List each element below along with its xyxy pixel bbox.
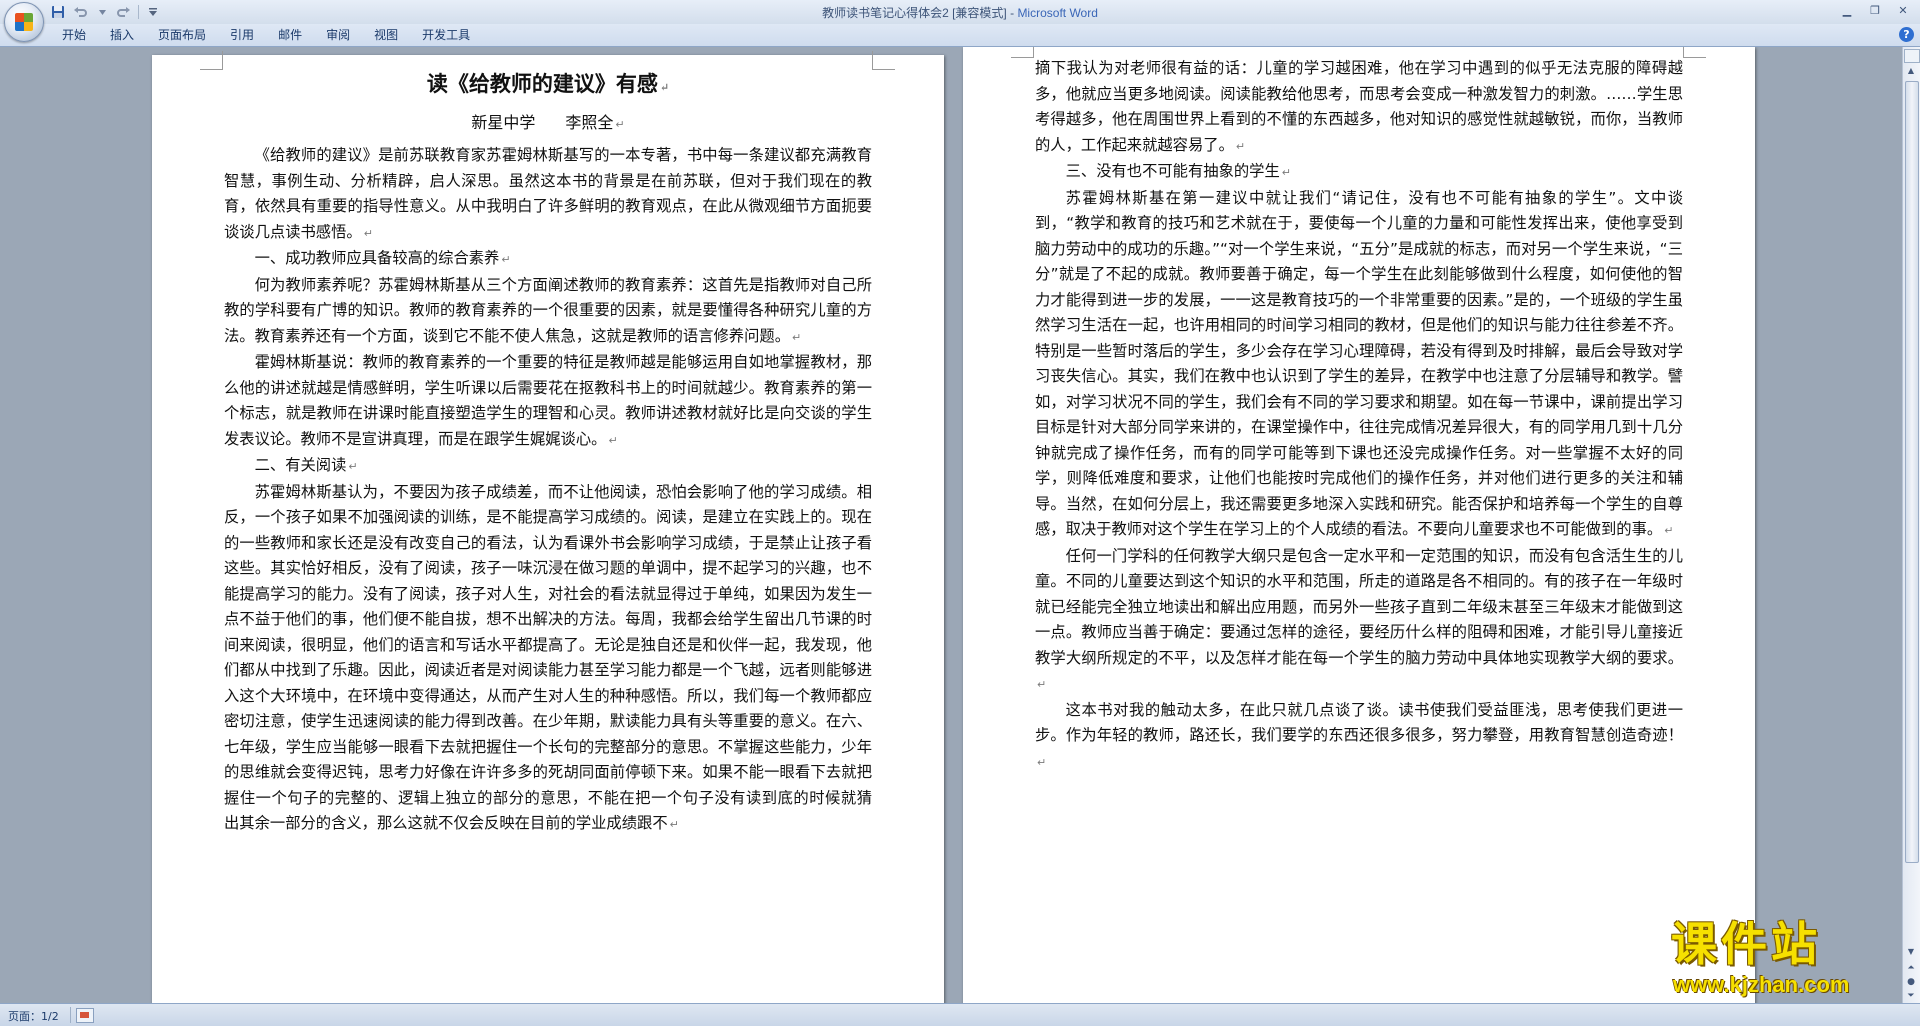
paragraph-mark-icon: ↵ bbox=[1664, 524, 1674, 537]
section-heading: 三、没有也不可能有抽象的学生 ↵ bbox=[1065, 162, 1291, 180]
select-browse-object-icon[interactable]: ● bbox=[1904, 975, 1918, 989]
ribbon-tabs: 开始 插入 页面布局 引用 邮件 审阅 视图 开发工具 bbox=[50, 24, 482, 46]
paragraph-mark-icon: ↵ bbox=[363, 226, 373, 240]
paragraph-mark-icon: ↵ bbox=[1281, 166, 1291, 179]
title-bar: 教师读书笔记心得体会2 [兼容模式] - Microsoft Word ▁ ❐ … bbox=[0, 0, 1920, 42]
page-2-content[interactable]: 摘下我认为对老师很有益的话：儿童的学习越困难，他在学习中遇到的似乎无法克服的障碍… bbox=[1035, 56, 1683, 775]
school-name: 新星中学 bbox=[471, 113, 536, 132]
document-area[interactable]: 读《给教师的建议》有感 ↵ 新星中学 李照全 ↵ 《给教师的建议》是前苏联教育家苏霍姆… bbox=[0, 47, 1903, 1003]
paragraph-mark-icon: ↵ bbox=[1037, 678, 1047, 691]
office-logo-icon bbox=[15, 13, 33, 31]
body-paragraph: 苏霍姆林斯基认为，不要因为孩子成绩差，而不让他阅读，恐怕会影响了他的学习成绩。相… bbox=[224, 482, 888, 833]
view-ruler-button[interactable] bbox=[1904, 49, 1920, 63]
page-1-content[interactable]: 读《给教师的建议》有感 ↵ 新星中学 李照全 ↵ 《给教师的建议》是前苏联教育家苏霍姆… bbox=[224, 69, 888, 838]
next-page-icon[interactable]: ⏷ bbox=[1904, 989, 1918, 1003]
page-1[interactable]: 读《给教师的建议》有感 ↵ 新星中学 李照全 ↵ 《给教师的建议》是前苏联教育家苏霍姆… bbox=[152, 51, 944, 1003]
paragraph-mark-icon: ↵ bbox=[1235, 139, 1246, 153]
application-name: Microsoft Word bbox=[1017, 6, 1098, 20]
page-count-status[interactable]: 页面：1/2 bbox=[8, 1008, 59, 1024]
ribbon-tab-row: 开始 插入 页面布局 引用 邮件 审阅 视图 开发工具 ? bbox=[0, 24, 1920, 47]
status-bar: 页面：1/2 bbox=[0, 1003, 1920, 1026]
paragraph-mark-icon: ↵ bbox=[792, 330, 802, 344]
window-controls: ▁ ❐ ✕ bbox=[1834, 2, 1916, 20]
watermark-logo: 课件站 www.kjzhan.com bbox=[1665, 918, 1905, 1004]
previous-page-icon[interactable]: ⏶ bbox=[1904, 961, 1918, 975]
paragraph-mark-icon: ↵ bbox=[669, 818, 679, 831]
body-paragraph: 任何一门学科的任何教学大纲只是包含一定水平和一定范围的知识，而没有包含活生生的儿… bbox=[1035, 546, 1683, 692]
tab-insert[interactable]: 插入 bbox=[98, 24, 146, 46]
paragraph-mark-icon: ↵ bbox=[348, 460, 358, 473]
scrollbar-thumb[interactable] bbox=[1905, 81, 1919, 863]
minimize-icon: ▁ bbox=[1842, 4, 1852, 17]
minimize-button[interactable]: ▁ bbox=[1834, 2, 1860, 20]
office-button[interactable] bbox=[4, 2, 44, 42]
tab-mailings[interactable]: 邮件 bbox=[266, 24, 314, 46]
body-paragraph: 摘下我认为对老师很有益的话：儿童的学习越困难，他在学习中遇到的似乎无法克服的障碍… bbox=[1035, 59, 1683, 154]
restore-button[interactable]: ❐ bbox=[1862, 2, 1888, 20]
restore-icon: ❐ bbox=[1870, 4, 1880, 17]
crop-mark bbox=[872, 51, 895, 70]
body-paragraph: 这本书对我的触动太多，在此只就几点谈了谈。读书使我们受益匪浅，思考使我们更进一步… bbox=[1035, 700, 1683, 769]
tab-view[interactable]: 视图 bbox=[362, 24, 410, 46]
watermark-url: www.kjzhan.com bbox=[1673, 972, 1850, 997]
tab-review[interactable]: 审阅 bbox=[314, 24, 362, 46]
paragraph-mark-icon: ↵ bbox=[608, 433, 618, 447]
paragraph-mark-icon: ↵ bbox=[501, 253, 511, 266]
vertical-scrollbar[interactable]: ▲ ▼ ⏶ ● ⏷ bbox=[1902, 47, 1920, 1003]
document-title: 读《给教师的建议》有感 ↵ bbox=[426, 71, 670, 96]
tab-references[interactable]: 引用 bbox=[218, 24, 266, 46]
crop-mark bbox=[200, 51, 223, 70]
crop-mark bbox=[1011, 47, 1034, 58]
body-paragraph: 苏霍姆林斯基在第一建议中就让我们“请记住，没有也不可能有抽象的学生”。文中谈到，… bbox=[1035, 188, 1683, 539]
page-1-body: 《给教师的建议》是前苏联教育家苏霍姆林斯基写的一本专著，书中每一条建议都充满教育… bbox=[224, 143, 888, 838]
crop-mark bbox=[1683, 47, 1706, 58]
page-2[interactable]: 摘下我认为对老师很有益的话：儿童的学习越困难，他在学习中遇到的似乎无法克服的障碍… bbox=[963, 47, 1755, 1003]
scroll-up-arrow-icon[interactable]: ▲ bbox=[1904, 64, 1918, 78]
help-icon[interactable]: ? bbox=[1899, 27, 1914, 42]
document-name: 教师读书笔记心得体会2 [兼容模式] - bbox=[822, 6, 1018, 20]
body-paragraph: 霍姆林斯基说：教师的教育素养的一个重要的特征是教师越是能够运用自如地掌握教材，那… bbox=[224, 353, 872, 448]
tab-developer[interactable]: 开发工具 bbox=[410, 24, 482, 46]
section-heading: 一、成功教师应具备较高的综合素养 ↵ bbox=[254, 249, 511, 267]
body-paragraph: 何为教师素养呢？苏霍姆林斯基从三个方面阐述教师的教育素养：这首先是指教师对自己所… bbox=[224, 275, 872, 345]
section-heading: 二、有关阅读 ↵ bbox=[254, 456, 358, 474]
author-name: 李照全 bbox=[565, 113, 614, 132]
window-title: 教师读书笔记心得体会2 [兼容模式] - Microsoft Word bbox=[0, 4, 1920, 21]
status-separator bbox=[70, 1007, 71, 1023]
watermark-brand: 课件站 bbox=[1671, 917, 1821, 971]
tab-home[interactable]: 开始 bbox=[50, 24, 98, 46]
paragraph-mark-icon: ↵ bbox=[1037, 755, 1047, 769]
close-button[interactable]: ✕ bbox=[1890, 2, 1916, 20]
page-2-body: 摘下我认为对老师很有益的话：儿童的学习越困难，他在学习中遇到的似乎无法克服的障碍… bbox=[1035, 56, 1683, 775]
byline: 新星中学 李照全 ↵ bbox=[471, 113, 625, 132]
close-icon: ✕ bbox=[1898, 4, 1908, 17]
tab-page-layout[interactable]: 页面布局 bbox=[146, 24, 218, 46]
scroll-down-arrow-icon[interactable]: ▼ bbox=[1904, 945, 1918, 959]
macro-record-icon[interactable] bbox=[76, 1008, 94, 1023]
body-paragraph: 《给教师的建议》是前苏联教育家苏霍姆林斯基写的一本专著，书中每一条建议都充满教育… bbox=[224, 146, 872, 241]
